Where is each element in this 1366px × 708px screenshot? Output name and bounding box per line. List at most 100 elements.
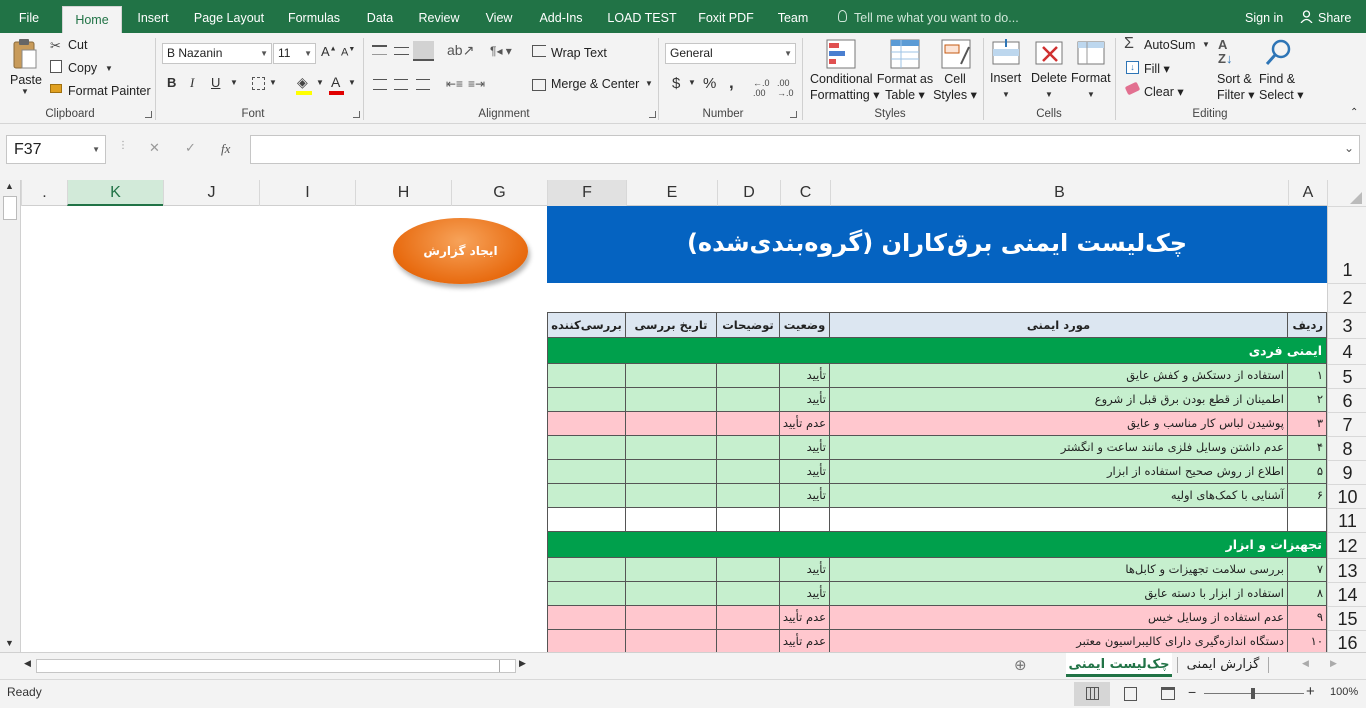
new-sheet-icon[interactable]: ⊕	[1014, 656, 1027, 674]
row-number-cell[interactable]: ۲	[1288, 388, 1327, 412]
row-number-cell[interactable]: ۱	[1288, 364, 1327, 388]
empty-cell[interactable]	[830, 508, 1288, 532]
column-header-c[interactable]: C	[780, 180, 830, 206]
group-header-equipment[interactable]: تجهیزات و ابزار	[547, 532, 1327, 558]
increase-indent-icon[interactable]: ≡⇥	[468, 77, 485, 91]
clear-button[interactable]: Clear ▾	[1144, 84, 1184, 99]
page-layout-view-icon[interactable]	[1124, 687, 1137, 701]
item-cell[interactable]: استفاده از ابزار با دسته عایق	[830, 582, 1288, 606]
date-cell[interactable]	[626, 606, 717, 630]
next-sheet-icon[interactable]: ▶	[1330, 658, 1337, 669]
empty-cell[interactable]	[717, 508, 780, 532]
copy-button[interactable]: Copy	[68, 61, 97, 75]
collapse-ribbon-icon[interactable]: ⌃	[1350, 107, 1358, 118]
number-format-select[interactable]: General ▼	[665, 43, 796, 64]
format-painter-button[interactable]: Format Painter	[68, 84, 151, 98]
autosum-button[interactable]: AutoSum	[1144, 38, 1195, 52]
date-cell[interactable]	[626, 364, 717, 388]
status-cell[interactable]: تأیید	[780, 582, 830, 606]
date-cell[interactable]	[626, 558, 717, 582]
paste-icon[interactable]	[11, 38, 39, 74]
vertical-scrollbar[interactable]: ▲ ▼	[0, 180, 21, 652]
fill-button[interactable]: Fill ▾	[1144, 61, 1170, 76]
column-header-e[interactable]: E	[626, 180, 717, 206]
row-header[interactable]: 4	[1328, 338, 1366, 364]
item-cell[interactable]: دستگاه اندازه‌گیری دارای کالیبراسیون معت…	[830, 630, 1288, 652]
item-cell[interactable]: عدم استفاده از وسایل خیس	[830, 606, 1288, 630]
column-header-d[interactable]: D	[717, 180, 780, 206]
horizontal-scroll-thumb[interactable]	[499, 660, 515, 672]
reviewer-cell[interactable]	[547, 606, 626, 630]
notes-cell[interactable]	[717, 582, 780, 606]
item-cell[interactable]: عدم داشتن وسایل فلزی مانند ساعت و انگشتر	[830, 436, 1288, 460]
align-right-icon[interactable]	[416, 79, 430, 90]
header-row-number[interactable]: ردیف	[1288, 312, 1327, 338]
status-cell[interactable]: تأیید	[780, 460, 830, 484]
notes-cell[interactable]	[717, 388, 780, 412]
item-cell[interactable]: استفاده از دستکش و کفش عایق	[830, 364, 1288, 388]
status-cell[interactable]: تأیید	[780, 436, 830, 460]
formula-input[interactable]: ⌄	[250, 135, 1360, 164]
tab-foxit-pdf[interactable]: Foxit PDF	[693, 0, 759, 33]
row-header[interactable]: 1	[1328, 206, 1366, 283]
cell-styles-button[interactable]: Cell Styles ▾	[932, 71, 978, 103]
font-size-select[interactable]: 11 ▼	[273, 43, 316, 64]
merge-center-button[interactable]: Merge & Center	[551, 77, 639, 91]
column-header-h[interactable]: H	[355, 180, 451, 206]
reviewer-cell[interactable]	[547, 460, 626, 484]
format-button[interactable]: Format	[1071, 71, 1111, 85]
item-cell[interactable]: بررسی سلامت تجهیزات و کابل‌ها	[830, 558, 1288, 582]
column-header-b[interactable]: B	[830, 180, 1288, 206]
tab-review[interactable]: Review	[413, 0, 465, 33]
header-status[interactable]: وضعیت	[780, 312, 830, 338]
row-header[interactable]: 6	[1328, 388, 1366, 412]
row-header[interactable]: 7	[1328, 412, 1366, 436]
row-number-cell[interactable]: ۷	[1288, 558, 1327, 582]
cut-button[interactable]: Cut	[68, 38, 87, 52]
status-cell[interactable]: تأیید	[780, 558, 830, 582]
column-header-f[interactable]: F	[547, 180, 626, 206]
tab-data[interactable]: Data	[360, 0, 400, 33]
date-cell[interactable]	[626, 630, 717, 652]
tab-team[interactable]: Team	[771, 0, 815, 33]
dialog-launcher-icon[interactable]	[649, 111, 656, 118]
conditional-formatting-button[interactable]: Conditional Formatting ▾	[810, 71, 880, 103]
dialog-launcher-icon[interactable]	[353, 111, 360, 118]
sign-in-link[interactable]: Sign in	[1245, 0, 1283, 36]
row-number-cell[interactable]: ۵	[1288, 460, 1327, 484]
zoom-in-icon[interactable]: +	[1306, 683, 1315, 700]
comma-button[interactable]: ,	[729, 73, 734, 93]
scroll-left-icon[interactable]: ◀	[24, 658, 31, 669]
borders-icon[interactable]	[252, 77, 265, 90]
tab-add-ins[interactable]: Add-Ins	[533, 0, 589, 33]
column-header-g[interactable]: G	[451, 180, 547, 206]
create-report-button[interactable]: ایجاد گزارش	[393, 218, 528, 284]
insert-function-button[interactable]: fx	[221, 141, 230, 157]
tab-insert[interactable]: Insert	[130, 0, 176, 33]
reviewer-cell[interactable]	[547, 436, 626, 460]
decrease-decimal-icon[interactable]: .00 →.0	[777, 78, 794, 98]
reviewer-cell[interactable]	[547, 582, 626, 606]
prev-sheet-icon[interactable]: ◀	[1302, 658, 1309, 669]
insert-button[interactable]: Insert	[990, 71, 1021, 85]
group-header-personal-safety[interactable]: ایمنی فردی	[547, 338, 1327, 364]
zoom-slider-thumb[interactable]	[1251, 688, 1255, 699]
header-item[interactable]: مورد ایمنی	[830, 312, 1288, 338]
page-break-view-icon[interactable]	[1161, 687, 1175, 700]
status-cell[interactable]: عدم تأیید	[780, 630, 830, 652]
align-middle-icon[interactable]	[394, 47, 409, 55]
enter-icon[interactable]: ✓	[185, 140, 196, 156]
status-cell[interactable]: تأیید	[780, 364, 830, 388]
orientation-icon[interactable]: ab↗	[447, 42, 474, 59]
row-header[interactable]: 2	[1328, 283, 1366, 312]
rtl-direction-icon[interactable]: ¶◂ ▾	[490, 44, 512, 58]
tab-formulas[interactable]: Formulas	[282, 0, 346, 33]
row-header[interactable]: 5	[1328, 364, 1366, 388]
row-header[interactable]: 3	[1328, 312, 1366, 338]
increase-font-icon[interactable]: A▲	[321, 44, 337, 59]
currency-button[interactable]: $	[672, 75, 680, 92]
tab-page-layout[interactable]: Page Layout	[188, 0, 270, 33]
sort-filter-button[interactable]: Sort & Filter ▾	[1217, 71, 1255, 103]
item-cell[interactable]: آشنایی با کمک‌های اولیه	[830, 484, 1288, 508]
notes-cell[interactable]	[717, 412, 780, 436]
